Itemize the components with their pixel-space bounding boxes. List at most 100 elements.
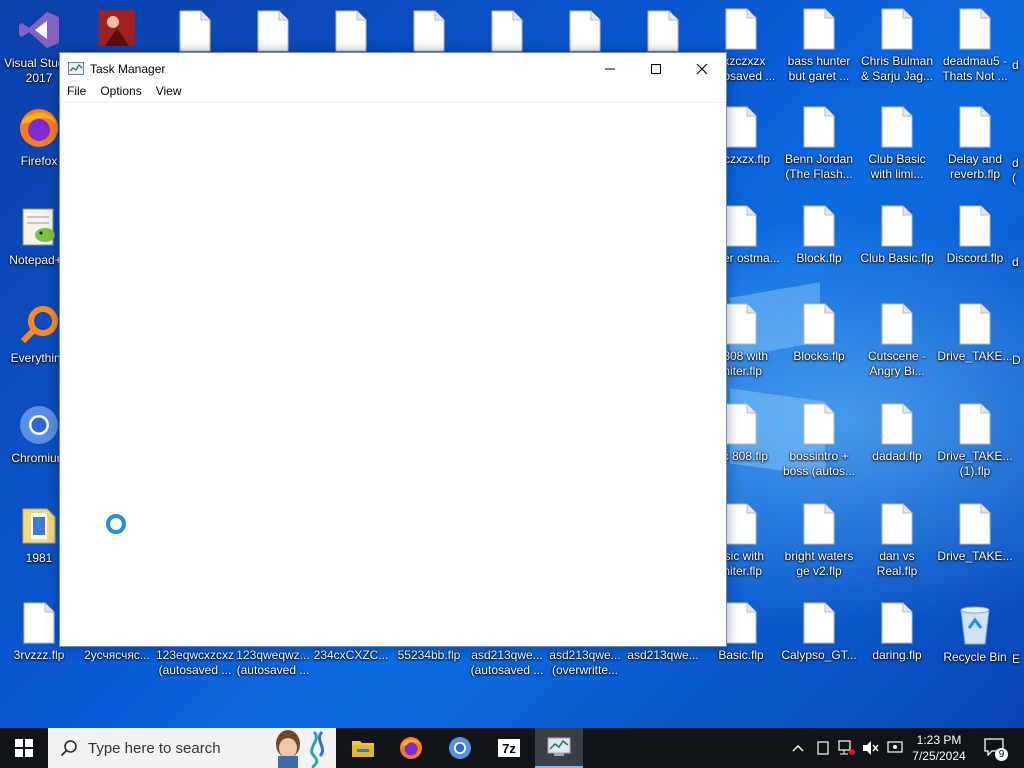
7zip-label: 7z — [502, 740, 516, 756]
chevron-up-icon — [792, 745, 804, 752]
file-icon — [725, 106, 757, 148]
taskbar-chromium[interactable] — [437, 728, 483, 768]
desktop-icon-bass[interactable]: Blocks.flp — [780, 303, 858, 364]
tray-show-hidden-icons[interactable] — [788, 728, 808, 768]
file-icon — [725, 503, 757, 545]
file-icon — [335, 10, 367, 52]
desktop-icon-edge-label[interactable]: d — [1012, 255, 1024, 270]
maximize-icon — [651, 63, 661, 74]
tray-volume[interactable] — [860, 728, 882, 768]
desktop-icon-label: Chris Bulman & Sarju Jag... — [860, 54, 934, 83]
desktop-icon-label: Basic.flp — [718, 648, 764, 662]
desktop-icon-bass[interactable]: bass hunter but garet ... — [780, 8, 858, 84]
desktop-icon-label: 55234bb.flp — [397, 648, 461, 662]
desktop-icon-label: deadmau5 - Thats Not ... — [942, 54, 1008, 83]
desktop-icon-dead[interactable]: Drive_TAKE... — [936, 303, 1014, 364]
maximize-button[interactable] — [633, 53, 679, 84]
desktop-icon-bass[interactable]: Calypso_GT... — [780, 602, 858, 663]
file-icon — [881, 303, 913, 345]
desktop-file-icon[interactable] — [624, 10, 702, 52]
desktop-icon-dead[interactable]: Recycle Bin — [936, 602, 1014, 665]
file-icon — [881, 403, 913, 445]
file-icon — [959, 8, 991, 50]
desktop-file-icon[interactable] — [390, 10, 468, 52]
desktop-icon-dead[interactable]: Discord.flp — [936, 205, 1014, 266]
minimize-button[interactable] — [587, 53, 633, 84]
menu-options[interactable]: Options — [100, 84, 141, 102]
desktop-icon-chris[interactable]: dan vs Real.flp — [858, 503, 936, 579]
tray-network[interactable] — [836, 728, 858, 768]
desktop-icon-edge-label[interactable]: E — [1012, 652, 1024, 667]
file-icon — [959, 106, 991, 148]
desktop-icon-edge-label[interactable]: d — [1012, 58, 1024, 73]
search-highlight-icon — [276, 730, 325, 768]
menu-view[interactable]: View — [156, 84, 182, 102]
desktop-icon-label: dan vs Real.flp — [876, 549, 918, 578]
desktop-icon-label: daring.flp — [872, 648, 922, 662]
file-icon — [959, 503, 991, 545]
desktop-icon-label: Calypso_GT... — [781, 648, 857, 662]
file-icon — [725, 303, 757, 345]
file-icon — [881, 503, 913, 545]
file-icon — [803, 106, 835, 148]
everything-icon — [17, 303, 61, 347]
desktop-file-icon[interactable] — [234, 10, 312, 52]
desktop-icon-edge-label[interactable]: d ( — [1012, 156, 1024, 186]
desktop-icon-dead[interactable]: deadmau5 - Thats Not ... — [936, 8, 1014, 84]
task-manager-window[interactable]: Task Manager File Options View — [59, 52, 727, 647]
menu-bar: File Options View — [60, 84, 726, 103]
desktop-icon-label: 3rvzzz.flp — [13, 648, 65, 662]
display-icon — [887, 741, 903, 753]
file-icon — [881, 106, 913, 148]
desktop-icon-chris[interactable]: daring.flp — [858, 602, 936, 663]
desktop-file-icon[interactable] — [312, 10, 390, 52]
desktop-icon-label: Discord.flp — [946, 251, 1004, 265]
desktop-icon-label: Cutscene - Angry Bi... — [867, 349, 927, 378]
desktop-icon-label: 123eqwcxzcxz (autosaved ... — [156, 648, 234, 677]
desktop-icon-chris[interactable]: Club Basic with limi... — [858, 106, 936, 182]
title-bar[interactable]: Task Manager — [60, 53, 726, 84]
windows-logo-icon — [15, 739, 33, 757]
desktop-file-icon[interactable] — [156, 10, 234, 52]
tablet-icon — [817, 741, 829, 755]
desktop-icon-chris[interactable]: Club Basic.flp — [858, 205, 936, 266]
desktop-icon-bass[interactable]: Block.flp — [780, 205, 858, 266]
desktop-icon-chris[interactable]: dadad.flp — [858, 403, 936, 464]
volume-muted-icon — [863, 741, 879, 755]
desktop-icon-chris[interactable]: Cutscene - Angry Bi... — [858, 303, 936, 379]
desktop-icon-dead[interactable]: Delay and reverb.flp — [936, 106, 1014, 182]
desktop-icon-dead[interactable]: Drive_TAKE... — [936, 503, 1014, 564]
file-icon — [23, 602, 55, 644]
taskbar-task-manager[interactable] — [535, 728, 583, 768]
taskbar-search-box[interactable]: Type here to search — [48, 728, 336, 768]
desktop-icon-bass[interactable]: bossintro + boss (autos... — [780, 403, 858, 479]
desktop-icon-edge-label[interactable]: D — [1012, 353, 1024, 368]
action-center-button[interactable]: 9 — [978, 728, 1010, 768]
desktop-file-icon[interactable] — [546, 10, 624, 52]
desktop-file-icon[interactable] — [468, 10, 546, 52]
desktop-icon-label: Club Basic with limi... — [868, 152, 926, 181]
task-manager-icon — [547, 737, 571, 756]
file-icon — [413, 10, 445, 52]
file-icon — [569, 10, 601, 52]
tray-monitor[interactable] — [884, 728, 906, 768]
taskbar-file-explorer[interactable] — [340, 728, 386, 768]
tray-clock[interactable]: 1:23 PM 7/25/2024 — [908, 728, 970, 768]
chromium-icon — [449, 737, 471, 759]
taskbar-7zip[interactable]: 7z — [486, 728, 532, 768]
desktop-icon-bass[interactable]: Benn Jordan (The Flash... — [780, 106, 858, 182]
desktop-icon-game[interactable] — [78, 6, 156, 50]
desktop-icon-chris[interactable]: Chris Bulman & Sarju Jag... — [858, 8, 936, 84]
close-button[interactable] — [679, 53, 725, 84]
desktop-icon-label: bass hunter but garet ... — [787, 54, 851, 83]
desktop-icon-dead[interactable]: Drive_TAKE... (1).flp — [936, 403, 1014, 479]
desktop-icon-label: dadad.flp — [872, 449, 922, 463]
start-button[interactable] — [0, 728, 48, 768]
desktop-icon-bass[interactable]: bright waters ge v2.flp — [780, 503, 858, 579]
taskbar-firefox[interactable] — [388, 728, 434, 768]
minimize-icon — [605, 68, 615, 69]
menu-file[interactable]: File — [67, 84, 86, 102]
chromium-icon — [17, 403, 61, 447]
tray-device[interactable] — [812, 728, 834, 768]
desktop-icon-label: Benn Jordan (The Flash... — [784, 152, 854, 181]
